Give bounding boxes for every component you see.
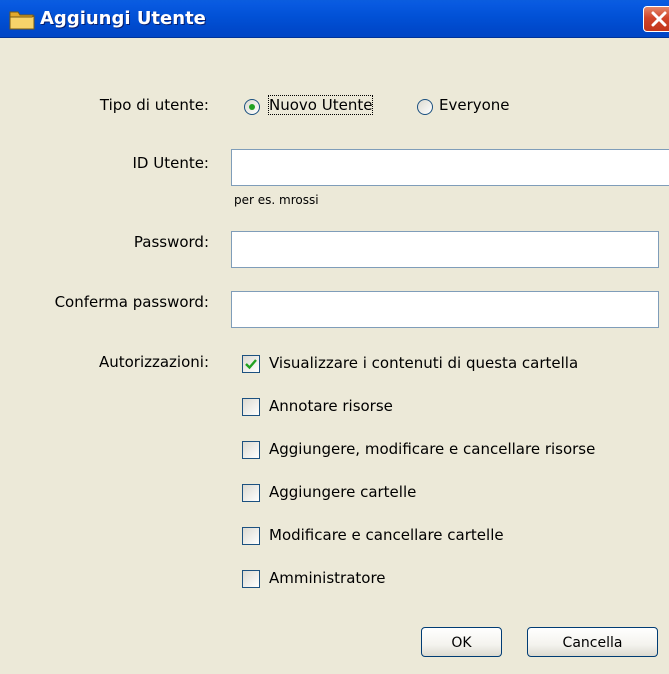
checkbox-administrator-label[interactable]: Amministratore <box>269 569 386 587</box>
close-button[interactable] <box>643 6 669 32</box>
checkbox-edit-resources[interactable] <box>242 441 260 459</box>
checkbox-edit-resources-label[interactable]: Aggiungere, modificare e cancellare riso… <box>269 440 595 458</box>
password-input[interactable] <box>231 231 659 268</box>
radio-new-user[interactable] <box>244 99 260 115</box>
checkbox-annotate-resources-label[interactable]: Annotare risorse <box>269 397 393 415</box>
checkbox-view-contents[interactable] <box>242 355 260 373</box>
checkbox-edit-folders-label[interactable]: Modificare e cancellare cartelle <box>269 526 504 544</box>
user-type-label: Tipo di utente: <box>99 96 209 114</box>
password-label: Password: <box>133 233 209 251</box>
user-id-input[interactable] <box>231 149 669 186</box>
checkbox-annotate-resources[interactable] <box>242 398 260 416</box>
checkbox-add-folders-label[interactable]: Aggiungere cartelle <box>269 483 416 501</box>
checkbox-view-contents-label[interactable]: Visualizzare i contenuti di questa carte… <box>269 354 578 372</box>
checkbox-add-folders[interactable] <box>242 484 260 502</box>
window-title: Aggiungi Utente <box>40 8 206 29</box>
ok-button[interactable]: OK <box>421 627 502 657</box>
radio-new-user-label[interactable]: Nuovo Utente <box>267 95 374 115</box>
radio-everyone[interactable] <box>417 99 433 115</box>
user-id-label: ID Utente: <box>132 154 209 172</box>
permissions-label: Autorizzazioni: <box>98 353 209 371</box>
checkbox-administrator[interactable] <box>242 570 260 588</box>
radio-everyone-label[interactable]: Everyone <box>439 96 510 114</box>
title-bar: Aggiungi Utente <box>0 0 669 38</box>
cancel-button[interactable]: Cancella <box>527 627 658 657</box>
confirm-password-label: Conferma password: <box>54 293 209 311</box>
user-id-hint: per es. mrossi <box>234 193 319 207</box>
folder-icon <box>9 8 35 30</box>
checkbox-edit-folders[interactable] <box>242 527 260 545</box>
confirm-password-input[interactable] <box>231 291 659 328</box>
